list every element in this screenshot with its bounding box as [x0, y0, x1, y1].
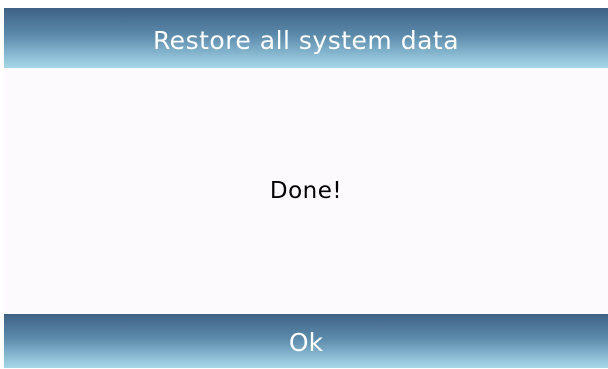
- dialog-message-area: Done!: [4, 68, 608, 314]
- dialog-title-bar: Restore all system data: [4, 8, 608, 68]
- ok-button[interactable]: Ok: [4, 314, 608, 368]
- status-message: Done!: [269, 178, 343, 204]
- ok-button-label: Ok: [288, 327, 324, 357]
- dialog-title: Restore all system data: [152, 25, 460, 55]
- restore-dialog: Restore all system data Done! Ok: [4, 8, 608, 368]
